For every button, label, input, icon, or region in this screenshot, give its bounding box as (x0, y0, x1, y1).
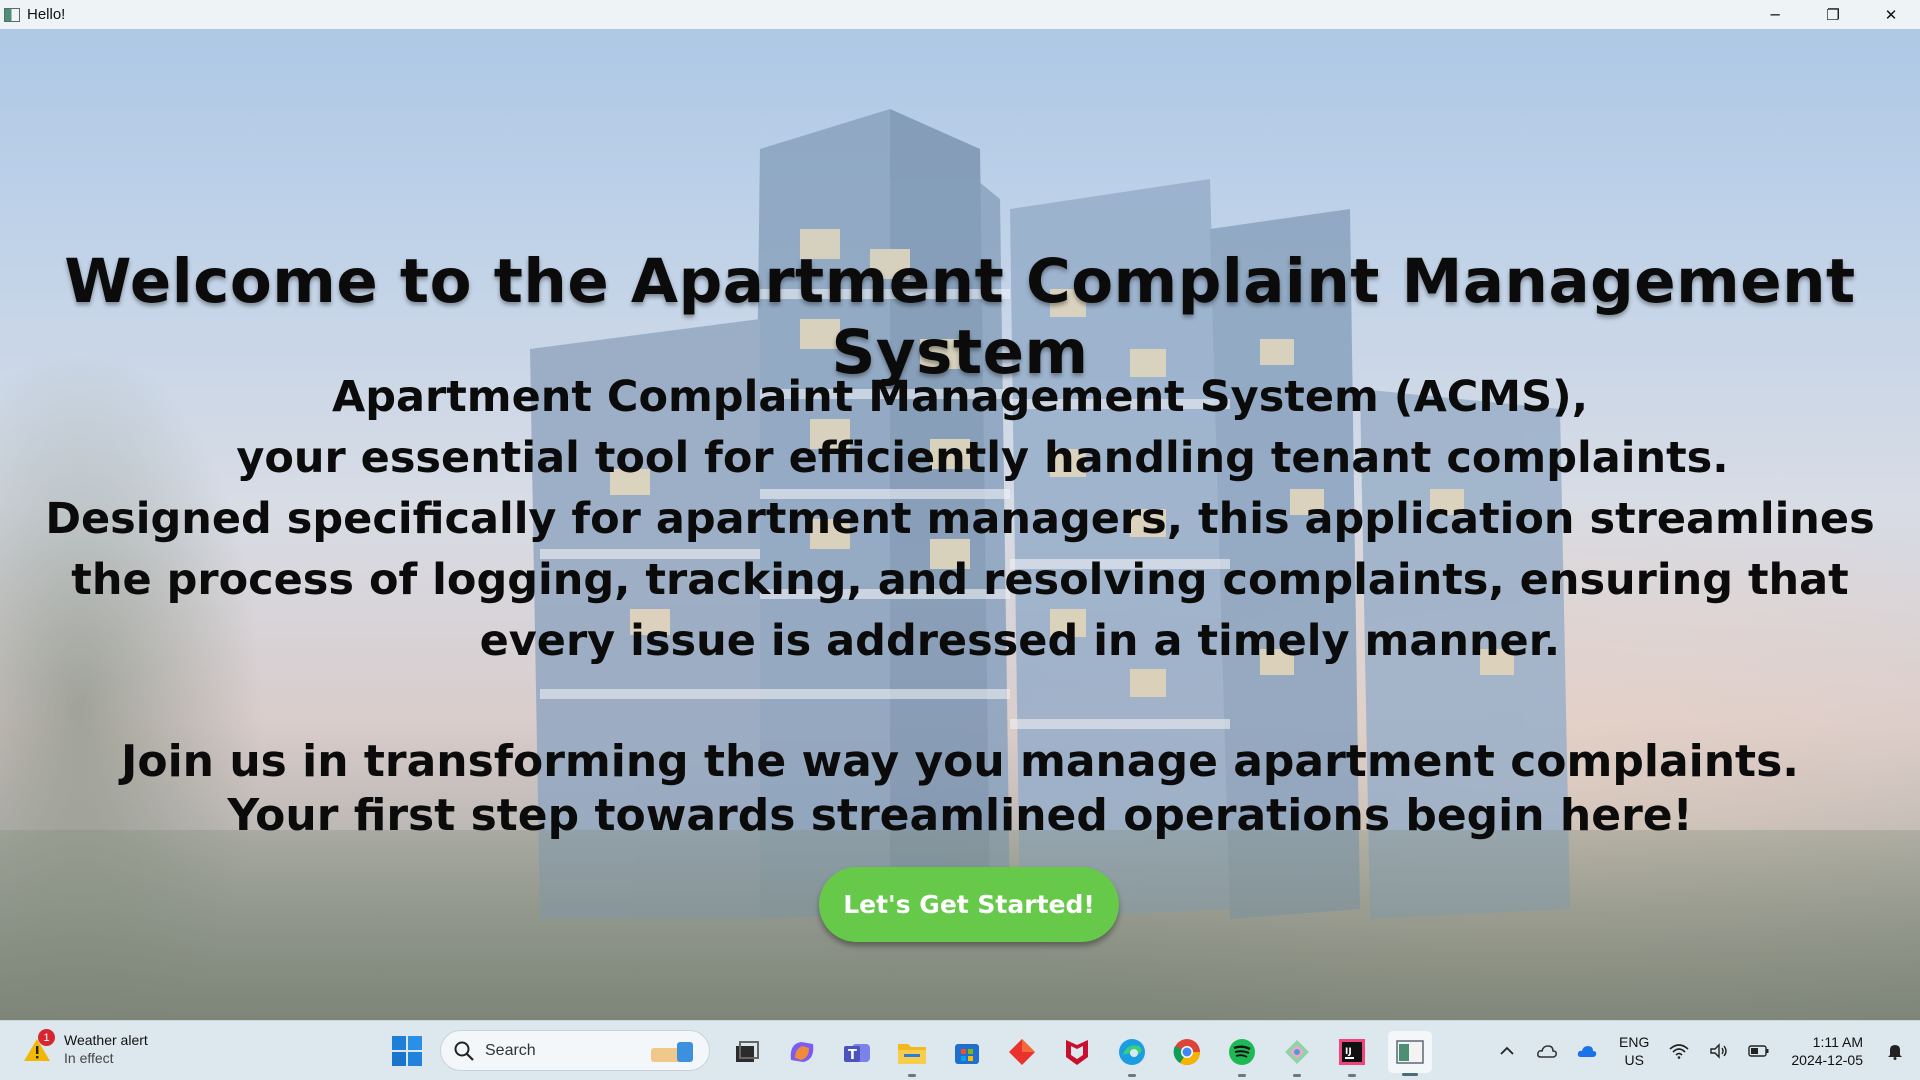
minimize-button[interactable]: ─ (1746, 0, 1804, 29)
tool-app-icon[interactable] (1278, 1033, 1316, 1077)
region-label: US (1624, 1052, 1644, 1068)
weather-widget[interactable]: 1 Weather alert In effect (24, 1029, 148, 1067)
cta-text-line: Your first step towards streamlined oper… (227, 790, 1693, 841)
close-button[interactable]: ✕ (1862, 0, 1920, 29)
clock-date: 2024-12-05 (1791, 1052, 1863, 1068)
cloud-outline-icon[interactable] (1536, 1040, 1558, 1062)
svg-text:IJ: IJ (1345, 1047, 1352, 1057)
search-highlight-icon (651, 1042, 693, 1062)
red-diamond-app-icon[interactable] (1003, 1033, 1041, 1071)
clock[interactable]: 1:11 AM 2024-12-05 (1791, 1033, 1863, 1069)
welcome-screen: Welcome to the Apartment Complaint Manag… (0, 29, 1920, 1020)
clock-time: 1:11 AM (1812, 1034, 1863, 1050)
window-controls: ─ ❐ ✕ (1746, 0, 1920, 29)
restore-icon: ❐ (1826, 5, 1840, 24)
taskbar-search-box[interactable]: Search (440, 1030, 710, 1071)
mcafee-icon[interactable] (1058, 1033, 1096, 1071)
onedrive-icon[interactable] (1576, 1040, 1598, 1062)
pinned-apps: T IJ (728, 1031, 1449, 1077)
weather-title: Weather alert (64, 1032, 148, 1048)
teams-icon[interactable]: T (838, 1033, 876, 1071)
volume-icon[interactable] (1708, 1040, 1730, 1062)
intro-line: the process of logging, tracking, and re… (71, 555, 1849, 605)
file-explorer-icon[interactable] (893, 1033, 931, 1077)
battery-icon[interactable] (1748, 1040, 1770, 1062)
minimize-icon: ─ (1770, 5, 1780, 24)
taskbar: 1 Weather alert In effect Search T IJ EN… (0, 1020, 1920, 1080)
window-title-bar: Hello! ─ ❐ ✕ (0, 0, 1920, 29)
wifi-icon[interactable] (1668, 1040, 1690, 1062)
search-label: Search (485, 1041, 536, 1059)
java-app-icon[interactable] (1388, 1031, 1432, 1076)
intro-line: Apartment Complaint Management System (A… (331, 372, 1589, 422)
cta-text-line: Join us in transforming the way you mana… (121, 736, 1799, 787)
notification-bell-icon[interactable] (1884, 1040, 1906, 1062)
intro-line: every issue is addressed in a timely man… (359, 616, 1561, 666)
start-button[interactable] (391, 1035, 423, 1067)
get-started-button[interactable]: Let's Get Started! (819, 867, 1119, 942)
restore-button[interactable]: ❐ (1804, 0, 1862, 29)
window-title: Hello! (27, 6, 66, 23)
spotify-icon[interactable] (1223, 1033, 1261, 1077)
system-tray: ENG US 1:11 AM 2024-12-05 (1487, 1021, 1920, 1080)
svg-text:T: T (848, 1048, 857, 1063)
intro-line: your essential tool for efficiently hand… (191, 433, 1729, 483)
intro-line: Designed specifically for apartment mana… (45, 494, 1875, 544)
input-language-indicator[interactable]: ENG US (1619, 1033, 1649, 1069)
weather-alert-badge: 1 (38, 1029, 55, 1046)
close-icon: ✕ (1884, 5, 1898, 24)
intellij-icon[interactable]: IJ (1333, 1033, 1371, 1077)
call-to-action-text: Join us in transforming the way you mana… (0, 735, 1920, 843)
show-hidden-icons-chevron-icon[interactable] (1496, 1040, 1518, 1062)
chrome-icon[interactable] (1168, 1033, 1206, 1071)
intro-paragraph: Apartment Complaint Management System (A… (0, 367, 1920, 672)
search-icon (454, 1041, 474, 1061)
app-icon (4, 7, 20, 22)
windows-logo-icon (392, 1036, 422, 1066)
edge-icon[interactable] (1113, 1033, 1151, 1077)
weather-subtitle: In effect (64, 1050, 114, 1066)
microsoft-store-icon[interactable] (948, 1033, 986, 1071)
copilot-icon[interactable] (783, 1033, 821, 1071)
language-label: ENG (1619, 1034, 1650, 1050)
warning-icon: 1 (24, 1029, 55, 1063)
task-view-icon[interactable] (728, 1033, 766, 1071)
